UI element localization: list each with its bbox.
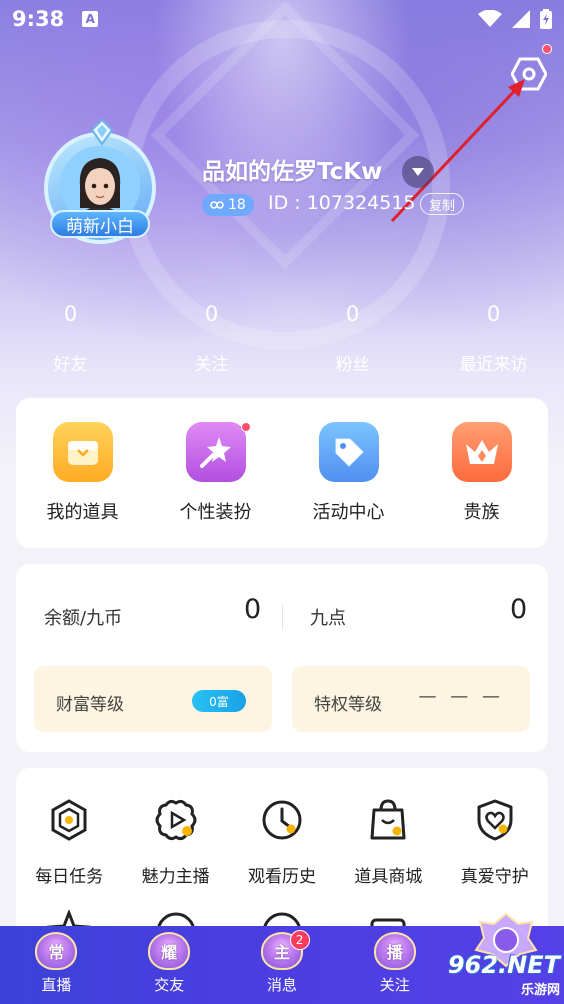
stat-following[interactable]: 0 关注 [141, 302, 282, 375]
stat-recent-visitors[interactable]: 0 最近来访 [423, 302, 564, 375]
shortcut-label: 活动中心 [312, 502, 385, 523]
balance-value[interactable]: 0 [244, 594, 261, 625]
status-time: 9:38 [12, 7, 65, 31]
wealth-level-label: 财富等级 [56, 695, 124, 715]
avatar-crown-icon [90, 118, 114, 146]
link-icon [210, 201, 224, 209]
watermark-logo: 962.NET 乐游网 [430, 950, 560, 1000]
stat-value: 0 [486, 302, 501, 326]
following-emblem-icon: 播 [373, 932, 416, 970]
tab-label: 消息 [266, 976, 297, 994]
settings-hexagon-icon [511, 57, 547, 91]
shortcut-nobility[interactable]: 贵族 [415, 398, 548, 548]
daily-task-icon [51, 799, 87, 841]
live-emblem-icon: 常 [35, 932, 78, 970]
copy-id-button[interactable]: 复制 [420, 193, 465, 215]
user-title-badge: 萌新小白 [50, 210, 150, 238]
shortcut-card: 我的道具 个性装扮 活动中心 贵族 [16, 398, 548, 548]
balance-label: 余额/九币 [44, 608, 123, 629]
account-switch-button[interactable] [402, 156, 434, 188]
signal-icon [512, 10, 530, 28]
avatar[interactable]: 萌新小白 [40, 118, 164, 244]
messages-unread-badge: 2 [289, 930, 310, 950]
tab-live[interactable]: 常 直播 [0, 926, 113, 1004]
privilege-level-label: 特权等级 [314, 695, 382, 715]
crown-icon [451, 422, 512, 482]
watermark-text: 962.NET [447, 950, 560, 979]
stat-label: 粉丝 [335, 355, 370, 375]
privilege-level-value: — — — [418, 686, 504, 707]
shortcut-label: 个性装扮 [179, 502, 252, 523]
points-value[interactable]: 0 [510, 594, 527, 625]
status-bar: 9:38 A [0, 0, 564, 38]
divider [282, 604, 283, 630]
points-label: 九点 [310, 608, 346, 629]
menu-label: 每日任务 [35, 867, 104, 887]
status-icons [478, 9, 552, 29]
menu-watch-history[interactable]: 观看历史 [229, 798, 335, 887]
stat-value: 0 [204, 302, 219, 326]
menu-label: 魅力主播 [141, 867, 210, 887]
shortcut-label: 贵族 [463, 502, 500, 523]
caret-down-icon [412, 168, 424, 176]
menu-label: 真爱守护 [460, 867, 529, 887]
tab-messages[interactable]: 主 2 消息 [226, 926, 339, 1004]
settings-notification-dot [542, 44, 552, 54]
stat-label: 关注 [194, 355, 229, 375]
tab-label: 直播 [41, 976, 72, 994]
user-id: ID : 107324515 [268, 192, 416, 214]
settings-button[interactable] [506, 44, 552, 94]
battery-icon [540, 9, 552, 29]
stat-value: 0 [63, 302, 78, 326]
balance-row: 余额/九币 0 九点 0 [16, 594, 548, 634]
menu-daily-tasks[interactable]: 每日任务 [16, 798, 122, 887]
notification-icon: A [82, 11, 99, 27]
stat-label: 好友 [53, 355, 88, 375]
wealth-level-card[interactable]: 财富等级 0富 [34, 666, 272, 732]
tab-label: 关注 [379, 976, 410, 994]
shortcut-dress-up[interactable]: 个性装扮 [149, 398, 282, 548]
magic-wand-icon [185, 422, 246, 482]
services-row: 每日任务 魅力主播 观看历史 道具商城 真爱守护 [16, 798, 548, 887]
wallet-card: 余额/九币 0 九点 0 财富等级 0富 特权等级 — — — [16, 564, 548, 752]
shortcut-activity-center[interactable]: 活动中心 [282, 398, 415, 548]
menu-label: 道具商城 [354, 867, 423, 887]
box-icon [52, 422, 113, 482]
shortcut-label: 我的道具 [46, 502, 119, 523]
level-badge: 18 [202, 194, 254, 216]
clock-icon [262, 800, 302, 840]
menu-charm-anchor[interactable]: 魅力主播 [122, 798, 228, 887]
dress-up-notification-dot [241, 422, 251, 432]
tag-icon [318, 422, 379, 482]
tab-dating[interactable]: 耀 交友 [113, 926, 226, 1004]
privilege-level-card[interactable]: 特权等级 — — — [292, 666, 530, 732]
shopping-bag-icon [370, 799, 406, 840]
charm-anchor-icon [155, 799, 197, 841]
wifi-icon [478, 10, 502, 27]
dating-emblem-icon: 耀 [148, 932, 191, 970]
menu-true-love-guard[interactable]: 真爱守护 [442, 798, 548, 887]
stat-fans[interactable]: 0 粉丝 [282, 302, 423, 375]
menu-item-mall[interactable]: 道具商城 [335, 798, 441, 887]
profile-stats: 0 好友 0 关注 0 粉丝 0 最近来访 [0, 302, 564, 375]
stat-label: 最近来访 [459, 355, 528, 375]
stat-value: 0 [345, 302, 360, 326]
wealth-level-badge: 0富 [192, 690, 246, 712]
username: 品如的佐罗TcKw [202, 159, 383, 185]
stat-friends[interactable]: 0 好友 [0, 302, 141, 375]
menu-label: 观看历史 [247, 867, 316, 887]
shortcut-my-items[interactable]: 我的道具 [16, 398, 149, 548]
heart-shield-icon [477, 799, 513, 841]
watermark-subtext: 乐游网 [520, 982, 560, 998]
level-number: 18 [228, 197, 246, 213]
tab-label: 交友 [154, 976, 185, 994]
